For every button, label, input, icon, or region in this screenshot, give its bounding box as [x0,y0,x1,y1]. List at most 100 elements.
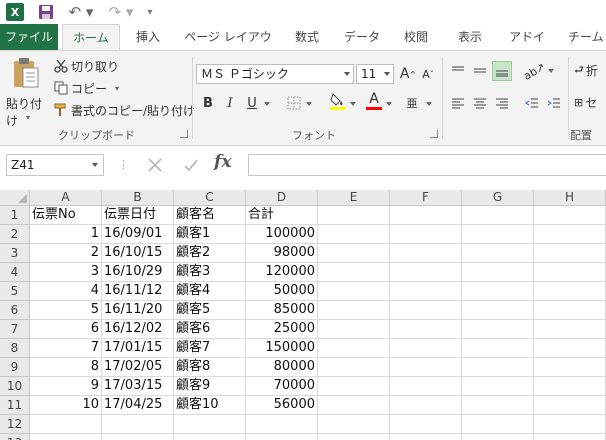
cancel-entry-button[interactable] [142,154,168,176]
underline-button[interactable]: U [242,93,262,113]
format-painter-button[interactable]: 書式のコピー/貼り付け [54,101,195,119]
cell-b1[interactable]: 伝票日付 [102,206,174,225]
cell-d7[interactable]: 25000 [246,320,318,339]
cell-a13[interactable] [30,434,102,440]
cell-c5[interactable]: 顧客4 [174,282,246,301]
undo-button[interactable]: ↶ ▾ [66,3,96,21]
cell-c10[interactable]: 顧客9 [174,377,246,396]
cell-a5[interactable]: 4 [30,282,102,301]
tab-formulas[interactable]: 数式 [290,24,324,50]
row-header-3[interactable]: 3 [0,244,30,263]
tab-file[interactable]: ファイル [0,24,58,50]
tab-page-layout[interactable]: ページ レイアウト [182,24,274,70]
cell-e10[interactable] [318,377,390,396]
borders-button[interactable] [284,93,304,113]
cell-e6[interactable] [318,301,390,320]
chevron-down-icon[interactable] [264,102,270,106]
chevron-down-icon[interactable] [306,102,312,106]
cell-h10[interactable] [534,377,606,396]
cell-a1[interactable]: 伝票No [30,206,102,225]
italic-button[interactable]: I [220,93,240,113]
copy-button[interactable]: コピー ▾ [54,79,119,97]
shrink-font-button[interactable]: Aˇ [418,64,438,84]
column-header-f[interactable]: F [390,190,462,206]
cell-g9[interactable] [462,358,534,377]
cell-b12[interactable] [102,415,174,434]
chevron-down-icon[interactable] [350,102,356,106]
cell-e11[interactable] [318,396,390,415]
align-center-button[interactable] [470,93,490,113]
cell-d5[interactable]: 50000 [246,282,318,301]
font-size-select[interactable]: 11 [356,64,394,84]
cell-h11[interactable] [534,396,606,415]
cell-f8[interactable] [390,339,462,358]
cell-a2[interactable]: 1 [30,225,102,244]
insert-function-button[interactable]: fx [214,152,231,172]
tab-team[interactable]: チーム [568,24,606,50]
cell-f2[interactable] [390,225,462,244]
cell-g10[interactable] [462,377,534,396]
cell-e1[interactable] [318,206,390,225]
cell-g6[interactable] [462,301,534,320]
cell-c3[interactable]: 顧客2 [174,244,246,263]
cell-g2[interactable] [462,225,534,244]
cell-h7[interactable] [534,320,606,339]
tab-review[interactable]: 校閲 [400,24,432,50]
cell-f12[interactable] [390,415,462,434]
align-bottom-button[interactable] [492,61,512,81]
cell-b8[interactable]: 17/01/15 [102,339,174,358]
font-color-button[interactable]: A [364,91,384,111]
chevron-down-icon[interactable] [548,69,554,73]
cell-e2[interactable] [318,225,390,244]
cell-e12[interactable] [318,415,390,434]
chevron-down-icon[interactable] [386,102,392,106]
fill-color-button[interactable] [328,91,348,111]
cell-g4[interactable] [462,263,534,282]
merge-center-button[interactable]: ⊞ セ [574,93,597,111]
cell-a7[interactable]: 6 [30,320,102,339]
cell-b9[interactable]: 17/02/05 [102,358,174,377]
cell-f7[interactable] [390,320,462,339]
cell-e4[interactable] [318,263,390,282]
cell-h9[interactable] [534,358,606,377]
cell-d9[interactable]: 80000 [246,358,318,377]
cell-g8[interactable] [462,339,534,358]
row-header-5[interactable]: 5 [0,282,30,301]
cell-b13[interactable] [102,434,174,440]
bold-button[interactable]: B [198,93,218,113]
cell-g13[interactable] [462,434,534,440]
cell-c12[interactable] [174,415,246,434]
cell-h3[interactable] [534,244,606,263]
cell-h13[interactable] [534,434,606,440]
cut-button[interactable]: 切り取り [54,57,119,75]
cell-b10[interactable]: 17/03/15 [102,377,174,396]
cell-d4[interactable]: 120000 [246,263,318,282]
formula-input[interactable] [248,154,606,176]
cell-e8[interactable] [318,339,390,358]
cell-g11[interactable] [462,396,534,415]
chevron-down-icon[interactable] [426,102,432,106]
cell-c8[interactable]: 顧客7 [174,339,246,358]
cell-g1[interactable] [462,206,534,225]
cell-e9[interactable] [318,358,390,377]
row-header-12[interactable]: 12 [0,415,30,434]
save-button[interactable] [38,3,54,21]
cell-e7[interactable] [318,320,390,339]
cell-f4[interactable] [390,263,462,282]
tab-insert[interactable]: 挿入 [132,24,164,50]
worksheet-grid[interactable]: A B C D E F G H 1 伝票No 伝票日付 顧客名 合計 2 1 16/09/01 顧客1 10000… [0,190,606,440]
cell-b5[interactable]: 16/11/12 [102,282,174,301]
phonetic-button[interactable]: 亜 [402,93,422,113]
cell-c1[interactable]: 顧客名 [174,206,246,225]
cell-d6[interactable]: 85000 [246,301,318,320]
cell-f3[interactable] [390,244,462,263]
cell-g3[interactable] [462,244,534,263]
decrease-indent-button[interactable] [522,93,542,113]
tab-data[interactable]: データ [342,24,382,50]
cell-g7[interactable] [462,320,534,339]
cell-d13[interactable] [246,434,318,440]
cell-g5[interactable] [462,282,534,301]
column-header-d[interactable]: D [246,190,318,206]
cell-d8[interactable]: 150000 [246,339,318,358]
cell-e3[interactable] [318,244,390,263]
